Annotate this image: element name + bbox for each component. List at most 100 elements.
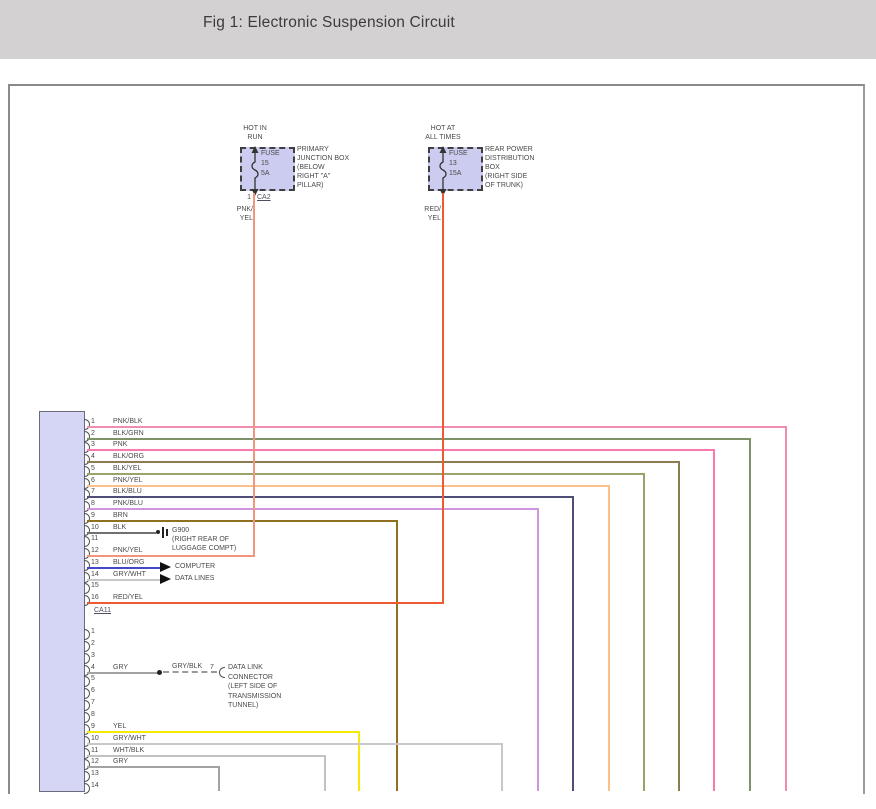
wire-pin4-blk-org [87, 461, 680, 463]
wire-pin13-blu-org [87, 567, 161, 569]
pin-number: 11 [91, 747, 98, 755]
wire-color-label: PNK/BLU [113, 500, 143, 508]
fuse-15-location-2: JUNCTION BOX [297, 155, 349, 163]
wire-pin5-blk-yel [643, 473, 645, 791]
wire-pin2-blk-grn [87, 438, 751, 440]
pin-row: 6 [0, 686, 420, 698]
pin-terminal-icon [219, 667, 225, 678]
wire-pin9-brn [396, 520, 398, 791]
wire-color-label: BRN [113, 512, 128, 520]
pin-number: 12 [91, 547, 99, 555]
fuse-13-amps: 15A [449, 170, 461, 178]
wire-pin9-yel [358, 731, 360, 791]
wire-color-label: PNK/YEL [113, 477, 143, 485]
computer-data-lines-label-1: COMPUTER [175, 563, 215, 571]
connector-ca11-label: CA11 [94, 607, 111, 615]
ground-location-1: (RIGHT REAR OF [172, 536, 229, 544]
fuse-13-location-5: OF TRUNK) [485, 182, 523, 190]
wire-fuse15-pnk-yel [253, 193, 255, 557]
red-yel-wire-label-2: YEL [421, 215, 441, 223]
pin-number: 10 [91, 735, 99, 743]
pin-number: 8 [91, 711, 95, 719]
fuse-13-location-4: (RIGHT SIDE [485, 173, 527, 181]
wire-pin16-red-yel [87, 602, 444, 604]
fuse-15-location-3: (BELOW [297, 164, 325, 172]
pnk-yel-wire-label-2: YEL [233, 215, 253, 223]
pin-number: 16 [91, 594, 99, 602]
pin-number: 1 [91, 418, 95, 426]
pin-number: 3 [91, 441, 95, 449]
wire-color-label: GRY/WHT [113, 735, 146, 743]
pin-row: 3 [0, 651, 420, 663]
wire-color-label: RED/YEL [113, 594, 143, 602]
wire-color-label: BLK/YEL [113, 465, 141, 473]
wire-pin10-gry-wht [87, 743, 503, 745]
wire-color-label: GRY [113, 758, 128, 766]
hot-at-all-times-label-line1: HOT AT [417, 125, 469, 133]
pin-number: 9 [91, 723, 95, 731]
title-bar: Fig 1: Electronic Suspension Circuit [0, 0, 876, 59]
hot-at-all-times-label-line2: ALL TIMES [417, 134, 469, 142]
wire-pin10-blk-ground [87, 532, 156, 534]
wire-pin9-yel [87, 731, 360, 733]
fuse-15-location-4: RIGHT "A" [297, 173, 330, 181]
fuse-13-location-2: DISTRIBUTION [485, 155, 534, 163]
wire-pin2-blk-grn [749, 438, 751, 791]
pin-number: 13 [91, 770, 99, 778]
connector-ca2-label: CA2 [257, 194, 271, 202]
fuse-element-icon [249, 146, 261, 196]
pin-number: 12 [91, 758, 99, 766]
pin-number: 8 [91, 500, 95, 508]
wire-pin9-brn [87, 520, 398, 522]
pin-number: 3 [91, 652, 95, 660]
wire-pin14-gry-wht [87, 579, 161, 581]
fuse-13-number: 13 [449, 160, 457, 168]
wire-color-label: BLK [113, 524, 126, 532]
hot-in-run-label-line1: HOT IN [229, 125, 281, 133]
dlc-pin-number: 7 [210, 664, 214, 672]
pin-number: 14 [91, 782, 99, 790]
pin-row: 5 [0, 674, 420, 686]
wire-color-label: WHT/BLK [113, 747, 144, 755]
pin-row: 7 [0, 698, 420, 710]
dlc-name-5: TUNNEL) [228, 702, 258, 710]
pin-number: 2 [91, 640, 95, 648]
ground-id-label: G900 [172, 527, 189, 535]
wire-gry-blk-dashed [163, 671, 217, 673]
pin-row: 1 [0, 627, 420, 639]
wire-pin4-gry [87, 672, 160, 674]
pin-number: 1 [91, 628, 95, 636]
pin-number: 6 [91, 477, 95, 485]
dlc-name-2: CONNECTOR [228, 674, 273, 682]
wire-pin10-gry-wht [501, 743, 503, 791]
wire-color-label: BLK/BLU [113, 488, 142, 496]
pin-number: 5 [91, 465, 95, 473]
wire-pin12-gry [87, 766, 220, 768]
pin-number: 4 [91, 664, 95, 672]
fuse-15-location-1: PRIMARY [297, 146, 329, 154]
wire-color-label: BLU/ORG [113, 559, 145, 567]
fuse-13-name: FUSE [449, 150, 468, 158]
data-line-arrow-icon [160, 562, 171, 572]
dlc-name-1: DATA LINK [228, 664, 263, 672]
hot-in-run-label-line2: RUN [229, 134, 281, 142]
wire-pin1-pnk-blk [785, 426, 787, 791]
dlc-name-3: (LEFT SIDE OF [228, 683, 277, 691]
pin-number: 2 [91, 430, 95, 438]
wire-color-label: PNK/YEL [113, 547, 143, 555]
computer-data-lines-label-2: DATA LINES [175, 575, 214, 583]
pin-number: 10 [91, 524, 99, 532]
pin-number: 13 [91, 559, 99, 567]
wire-color-label: GRY [113, 664, 128, 672]
wire-pin5-blk-yel [87, 473, 645, 475]
ground-icon [162, 527, 164, 538]
pin-number: 6 [91, 687, 95, 695]
wire-pin6-pnk-yel [87, 485, 610, 487]
wiring-diagram-page: Fig 1: Electronic Suspension Circuit HOT… [0, 0, 876, 809]
pin-number: 11 [91, 535, 98, 543]
wire-color-label: PNK [113, 441, 127, 449]
pin-row: 2 [0, 639, 420, 651]
wire-pin1-pnk-blk [87, 426, 787, 428]
fuse-13-location-1: REAR POWER [485, 146, 533, 154]
wire-fuse13-red-yel [442, 193, 444, 604]
